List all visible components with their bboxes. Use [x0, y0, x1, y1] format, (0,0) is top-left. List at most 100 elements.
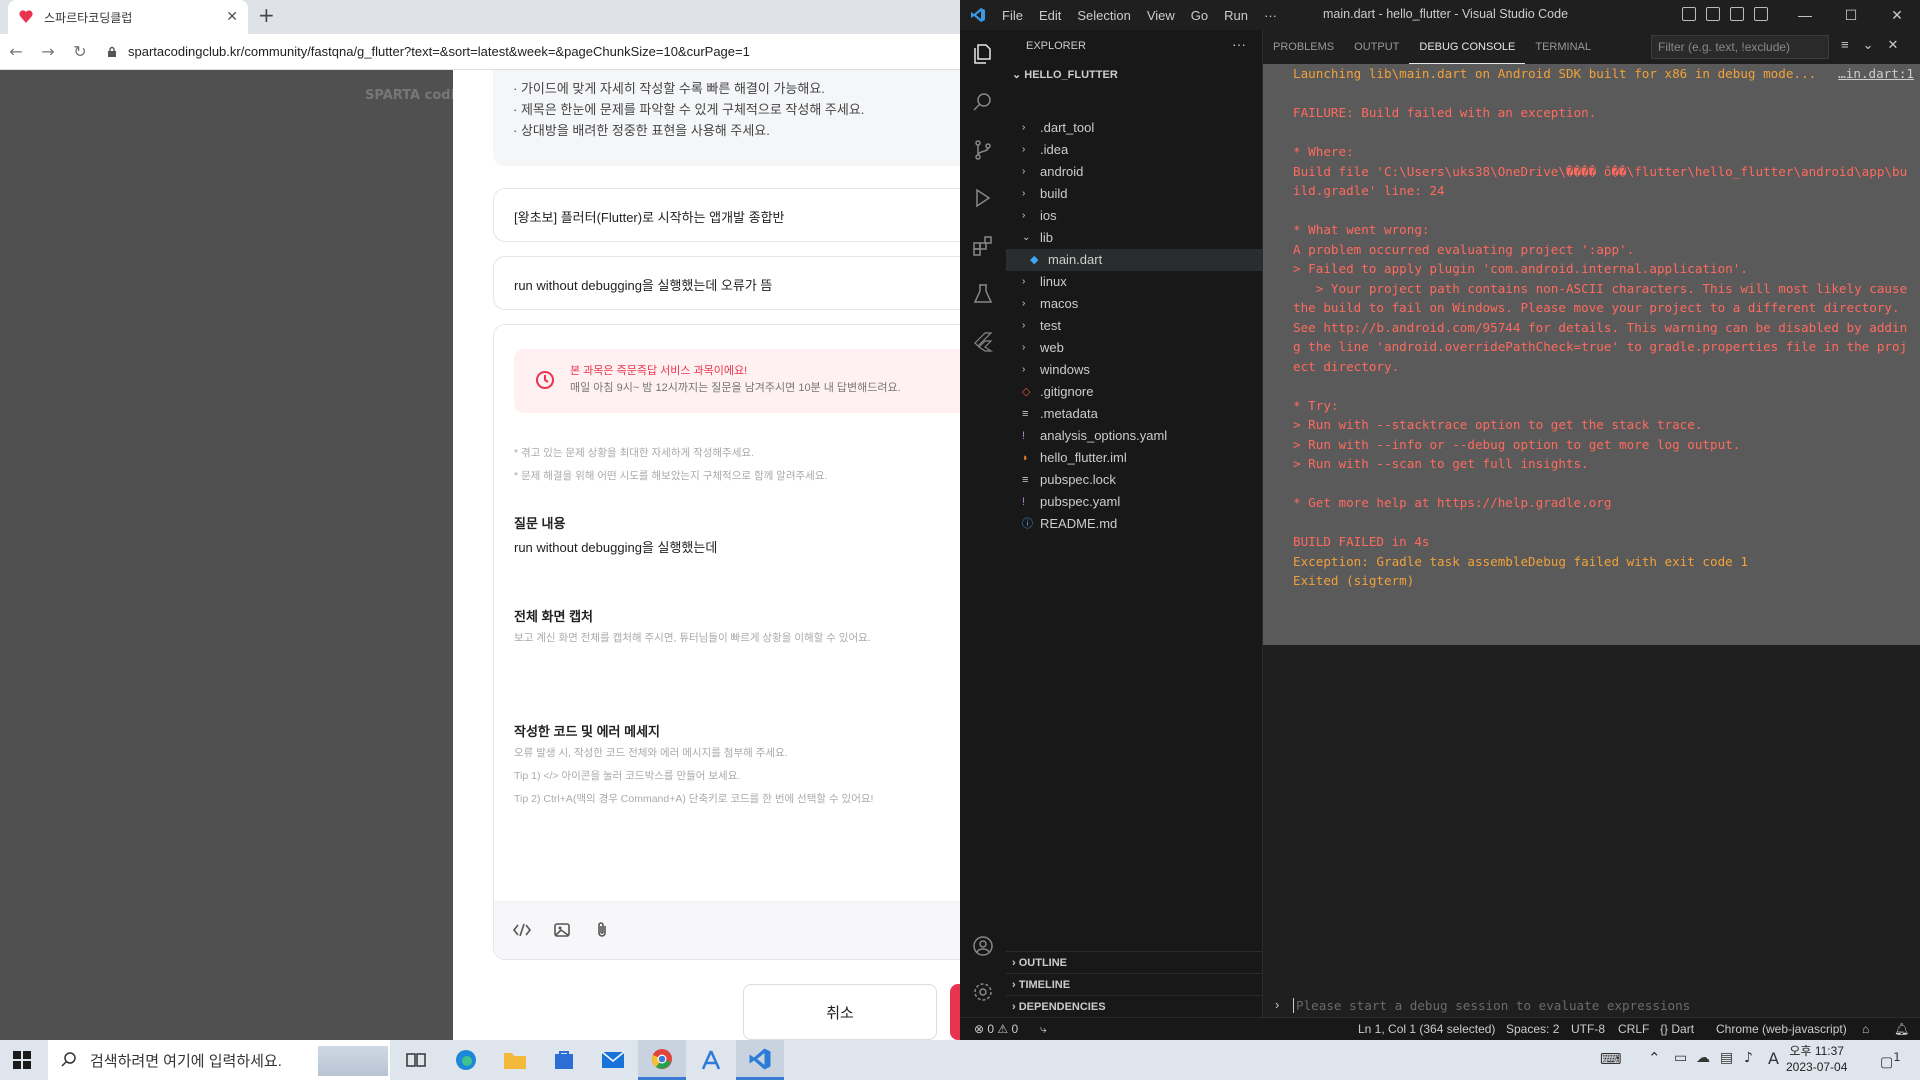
- store-icon[interactable]: [540, 1040, 588, 1080]
- menu-selection[interactable]: Selection: [1069, 8, 1138, 23]
- tree-item[interactable]: ◇ .gitignore: [1006, 381, 1263, 403]
- run-debug-icon[interactable]: [971, 186, 995, 210]
- toggle-panel-icon[interactable]: [1706, 7, 1720, 21]
- tab-terminal[interactable]: TERMINAL: [1525, 30, 1601, 64]
- code-block-icon[interactable]: [512, 920, 532, 940]
- volume-icon[interactable]: ♪: [1744, 1050, 1753, 1066]
- eval-input[interactable]: Please start a debug session to evaluate…: [1293, 998, 1690, 1013]
- url-field[interactable]: spartacodingclub.kr/community/fastqna/g_…: [106, 44, 750, 59]
- encoding[interactable]: UTF-8: [1571, 1022, 1605, 1036]
- tree-item[interactable]: ◗ hello_flutter.iml: [1006, 447, 1263, 469]
- settings-gear-icon[interactable]: [971, 980, 995, 1004]
- project-folder[interactable]: ⌄ HELLO_FLUTTER: [1012, 68, 1118, 81]
- menu-go[interactable]: Go: [1183, 8, 1216, 23]
- maximize-icon[interactable]: ☐: [1828, 0, 1874, 30]
- image-icon[interactable]: [552, 920, 572, 940]
- accounts-icon[interactable]: [971, 934, 995, 958]
- extensions-icon[interactable]: [971, 234, 995, 258]
- menu-view[interactable]: View: [1139, 8, 1183, 23]
- chevron-down-icon[interactable]: ⌄: [1863, 37, 1874, 53]
- cursor-position[interactable]: Ln 1, Col 1 (364 selected): [1358, 1022, 1495, 1036]
- submit-button[interactable]: [950, 984, 960, 1040]
- live-share-icon[interactable]: ⌂: [1862, 1022, 1869, 1036]
- toggle-secondary-sidebar-icon[interactable]: [1730, 7, 1744, 21]
- tree-item[interactable]: ≡ .metadata: [1006, 403, 1263, 425]
- tree-item[interactable]: › .dart_tool: [1006, 117, 1263, 139]
- windows-start-icon[interactable]: [12, 1050, 32, 1070]
- source-control-icon[interactable]: [971, 138, 995, 162]
- console-filter-input[interactable]: Filter (e.g. text, !exclude): [1651, 35, 1829, 59]
- question-editor[interactable]: 본 과목은 즉문즉답 서비스 과목이에요! 매일 아침 9시~ 밤 12시까지는…: [493, 324, 960, 960]
- tree-item[interactable]: › test: [1006, 315, 1263, 337]
- tab-debug-console[interactable]: DEBUG CONSOLE: [1409, 30, 1526, 64]
- tree-item[interactable]: › .idea: [1006, 139, 1263, 161]
- tree-item[interactable]: › build: [1006, 183, 1263, 205]
- tab-output[interactable]: OUTPUT: [1344, 30, 1409, 64]
- reload-icon[interactable]: ↻: [64, 42, 96, 61]
- file-explorer-icon[interactable]: [491, 1040, 539, 1080]
- menu-run[interactable]: Run: [1216, 8, 1256, 23]
- timeline-section[interactable]: › TIMELINE: [1006, 973, 1263, 995]
- tree-item[interactable]: › web: [1006, 337, 1263, 359]
- notifications-bell-icon[interactable]: 🔔︎: [1894, 1022, 1909, 1036]
- menu-file[interactable]: File: [994, 8, 1031, 23]
- close-tab-icon[interactable]: ✕: [226, 9, 238, 25]
- close-panel-icon[interactable]: ✕: [1888, 37, 1899, 53]
- tree-item[interactable]: ⌄ lib: [1006, 227, 1263, 249]
- mail-icon[interactable]: [589, 1040, 637, 1080]
- tree-item[interactable]: › ios: [1006, 205, 1263, 227]
- tree-item[interactable]: › macos: [1006, 293, 1263, 315]
- tree-item[interactable]: › windows: [1006, 359, 1263, 381]
- tree-item[interactable]: ! analysis_options.yaml: [1006, 425, 1263, 447]
- browser-tab[interactable]: 스파르타코딩클럽 ✕: [8, 0, 248, 34]
- testing-icon[interactable]: [971, 282, 995, 306]
- source-link[interactable]: …in.dart:1: [1838, 66, 1914, 81]
- edge-icon[interactable]: [442, 1040, 490, 1080]
- tree-item[interactable]: ! pubspec.yaml: [1006, 491, 1263, 513]
- tab-problems[interactable]: PROBLEMS: [1263, 30, 1344, 64]
- menu-edit[interactable]: Edit: [1031, 8, 1069, 23]
- menu-more[interactable]: ···: [1256, 8, 1285, 23]
- tree-item[interactable]: › linux: [1006, 271, 1263, 293]
- title-input[interactable]: run without debugging을 실행했는데 오류가 뜸: [493, 256, 960, 310]
- chevron-up-icon[interactable]: ⌃: [1648, 1049, 1661, 1067]
- network-icon[interactable]: ▤: [1720, 1050, 1733, 1066]
- attachment-icon[interactable]: [592, 920, 612, 940]
- keyboard-icon[interactable]: ⌨: [1600, 1050, 1622, 1068]
- ime-indicator[interactable]: A: [1768, 1049, 1779, 1068]
- course-select[interactable]: [왕초보] 플러터(Flutter)로 시작하는 앱개발 종합반: [493, 188, 960, 242]
- tree-item[interactable]: ≡ pubspec.lock: [1006, 469, 1263, 491]
- device-selector[interactable]: Chrome (web-javascript): [1716, 1022, 1847, 1036]
- eol[interactable]: CRLF: [1618, 1022, 1649, 1036]
- forward-icon[interactable]: →: [32, 42, 64, 61]
- outline-section[interactable]: › OUTLINE: [1006, 951, 1263, 973]
- problems-status[interactable]: ⊗ 0 ⚠ 0: [974, 1022, 1018, 1036]
- onedrive-icon[interactable]: ☁: [1696, 1050, 1710, 1066]
- battery-icon[interactable]: ▭: [1674, 1050, 1687, 1066]
- vscode-taskbar-icon[interactable]: [736, 1040, 784, 1080]
- customize-layout-icon[interactable]: [1754, 7, 1768, 21]
- tree-item[interactable]: › android: [1006, 161, 1263, 183]
- search-icon[interactable]: [971, 90, 995, 114]
- debug-status-icon[interactable]: ⤷: [1040, 1022, 1047, 1037]
- toggle-sidebar-icon[interactable]: [1682, 7, 1696, 21]
- flutter-icon[interactable]: [971, 330, 995, 354]
- task-view-icon[interactable]: [392, 1040, 440, 1080]
- notification-center-icon[interactable]: ▢1: [1880, 1050, 1901, 1071]
- minimize-icon[interactable]: —: [1782, 0, 1828, 30]
- new-tab-button[interactable]: +: [258, 3, 275, 27]
- chrome-icon[interactable]: [638, 1040, 686, 1080]
- android-studio-icon[interactable]: [687, 1040, 735, 1080]
- explorer-icon[interactable]: [971, 42, 995, 66]
- system-clock[interactable]: 오후 11:37 2023-07-04: [1786, 1043, 1847, 1075]
- close-window-icon[interactable]: ✕: [1874, 0, 1920, 30]
- indentation[interactable]: Spaces: 2: [1506, 1022, 1559, 1036]
- more-actions-icon[interactable]: ···: [1232, 36, 1246, 52]
- clear-console-icon[interactable]: ≡: [1841, 37, 1849, 53]
- cancel-button[interactable]: 취소: [743, 984, 937, 1040]
- question-body[interactable]: run without debugging을 실행했는데: [514, 537, 717, 556]
- dependencies-section[interactable]: › DEPENDENCIES: [1006, 995, 1263, 1017]
- tree-item[interactable]: ◆ main.dart: [1006, 249, 1263, 271]
- tree-item[interactable]: ⓘ README.md: [1006, 513, 1263, 535]
- language-mode[interactable]: {} Dart: [1660, 1022, 1694, 1036]
